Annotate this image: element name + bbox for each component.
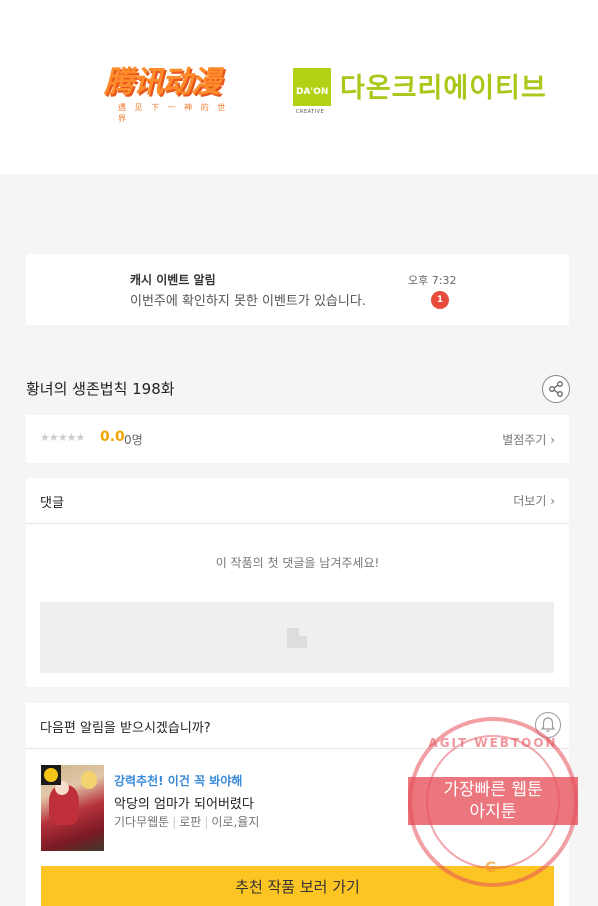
comments-empty-message: 이 작품의 첫 댓글을 남겨주세요! xyxy=(215,556,380,570)
rating-panel: ★★★★★ 0.0 0명 별점주기 › xyxy=(26,415,569,463)
watermark-stamp-top-text: AGIT WEBTOON xyxy=(428,736,558,750)
tencent-comics-logo: 腾讯动漫 遇 见 下 一 神 的 世 界 xyxy=(104,65,232,124)
comments-divider xyxy=(26,523,569,524)
comment-placeholder-icon xyxy=(287,628,307,648)
recommended-genre: 로판 xyxy=(179,815,202,829)
episode-title: 황녀의 생존법칙 198화 xyxy=(26,380,175,398)
event-title: 캐시 이벤트 알림 xyxy=(130,273,216,287)
recommended-title[interactable]: 악당의 엄마가 되어버렸다 xyxy=(114,793,254,812)
share-icon xyxy=(549,381,563,397)
comments-header: 댓글 xyxy=(40,496,64,511)
rate-button[interactable]: 별점주기 › xyxy=(502,431,555,448)
rating-stars: ★★★★★ xyxy=(40,431,85,444)
watermark-stamp-band: 가장빠른 웹툰 아지툰 xyxy=(408,777,578,825)
recommended-authors: 이로,율지 xyxy=(211,815,260,829)
event-message: 이번주에 확인하지 못한 이벤트가 있습니다. xyxy=(130,294,366,309)
daon-logo-mark: DA'ON xyxy=(296,87,329,97)
rating-score: 0.0 xyxy=(100,429,125,445)
daon-creative-logo-text: 다온크리에이티브 xyxy=(340,73,547,104)
share-button[interactable] xyxy=(542,375,570,403)
thumbnail-figure-2 xyxy=(81,771,97,789)
recommend-promo-text: 강력추천! 이건 꼭 봐야해 xyxy=(114,774,243,788)
comment-input-area[interactable] xyxy=(40,602,554,673)
watermark-g-icon: G xyxy=(485,860,497,876)
rating-count: 0명 xyxy=(124,433,143,447)
event-count-badge: 1 xyxy=(431,291,449,309)
watermark-line-1: 가장빠른 웹툰 xyxy=(443,780,543,800)
tencent-logo-subtitle: 遇 见 下 一 神 的 世 界 xyxy=(118,103,229,123)
partner-logos-banner: 腾讯动漫 遇 见 下 一 神 的 世 界 DA'ON CREATIVE 다온크리… xyxy=(0,0,598,174)
recommended-meta: 기다무웹툰 | 로판 | 이로,율지 xyxy=(114,815,260,829)
daon-logo-icon: DA'ON CREATIVE xyxy=(293,68,331,115)
comments-more-link[interactable]: 더보기 › xyxy=(513,492,555,509)
comments-panel: 댓글 더보기 › 이 작품의 첫 댓글을 남겨주세요! xyxy=(26,478,569,687)
notify-question: 다음편 알림을 받으시겠습니까? xyxy=(40,721,211,736)
daon-logo-mark-sub: CREATIVE xyxy=(296,109,325,115)
watermark-line-2: 아지툰 xyxy=(469,802,517,822)
tencent-logo-mark: 腾讯动漫 xyxy=(104,65,221,100)
event-time: 오후 7:32 xyxy=(408,274,457,287)
wait-free-clock-icon xyxy=(41,765,61,785)
cash-event-notice[interactable]: 캐시 이벤트 알림 이번주에 확인하지 못한 이벤트가 있습니다. 오후 7:3… xyxy=(26,254,569,325)
recommended-type: 기다무웹툰 xyxy=(114,815,170,829)
